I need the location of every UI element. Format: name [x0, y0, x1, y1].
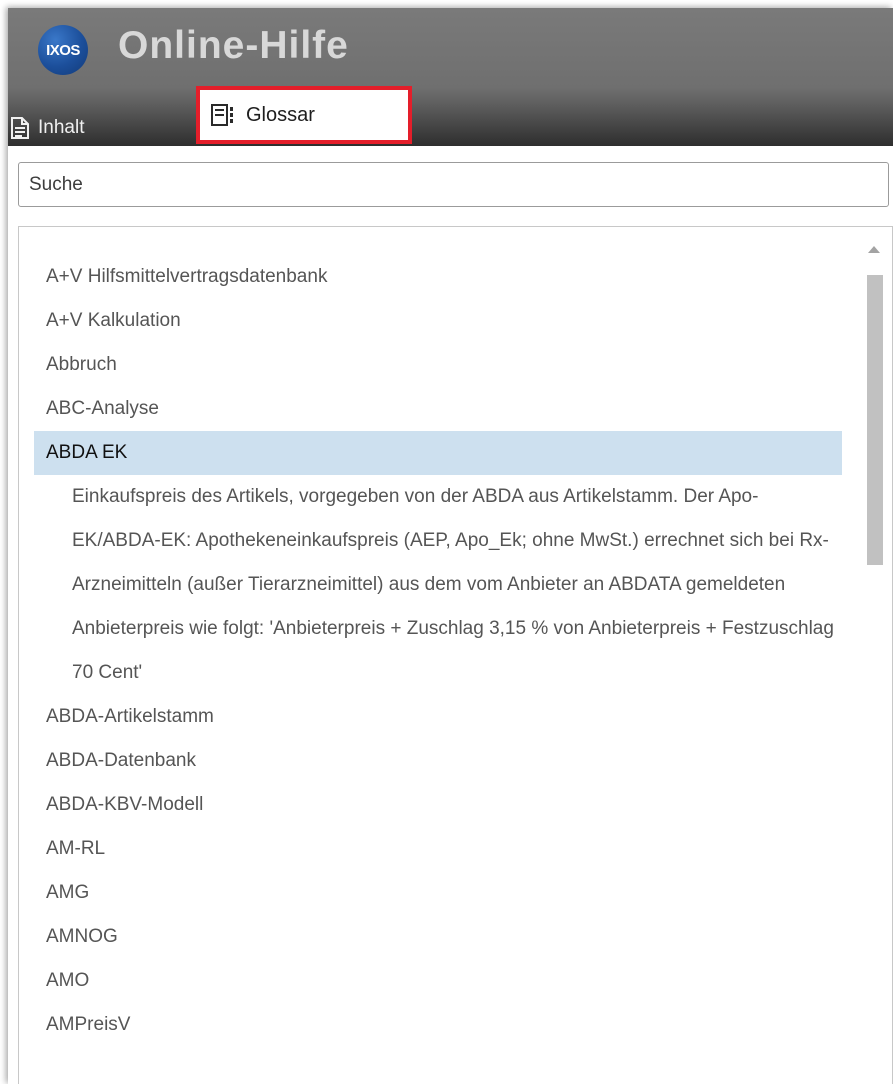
search-input[interactable]: [18, 162, 889, 207]
glossary-item[interactable]: AMPreisV: [34, 1003, 842, 1047]
scrollbar-thumb[interactable]: [867, 275, 883, 565]
ixos-logo: IXOS: [38, 25, 88, 75]
glossary-item[interactable]: A+V Kalkulation: [34, 299, 842, 343]
help-window: IXOS Online-Hilfe Inhalt Glossar Suche A…: [8, 8, 893, 1084]
document-list-icon: [10, 117, 30, 139]
app-title: Online-Hilfe: [118, 24, 349, 67]
glossary-item[interactable]: Abbruch: [34, 343, 842, 387]
glossary-item[interactable]: AMNOG: [34, 915, 842, 959]
header-bar: IXOS Online-Hilfe Inhalt Glossar: [8, 8, 893, 146]
glossary-item-selected[interactable]: ABDA EK: [34, 431, 842, 475]
tab-inhalt[interactable]: Inhalt: [10, 104, 84, 146]
glossary-item[interactable]: ABDA-KBV-Modell: [34, 783, 842, 827]
glossary-item[interactable]: ABDA-Artikelstamm: [34, 695, 842, 739]
glossary-panel: A+V Hilfsmittelvertragsdatenbank A+V Kal…: [18, 226, 893, 1084]
tab-glossar[interactable]: Glossar: [196, 86, 412, 144]
tab-glossar-label: Glossar: [246, 103, 315, 126]
glossary-item[interactable]: A+V Hilfsmittelvertragsdatenbank: [34, 255, 842, 299]
scroll-up-arrow-icon[interactable]: [868, 246, 880, 253]
glossary-item[interactable]: ABC-Analyse: [34, 387, 842, 431]
glossary-book-icon: [210, 103, 236, 127]
glossary-item[interactable]: AMO: [34, 959, 842, 1003]
vertical-scrollbar[interactable]: [857, 228, 891, 1084]
glossary-definition: Einkaufspreis des Artikels, vorgegeben v…: [72, 486, 834, 683]
glossary-item[interactable]: AMG: [34, 871, 842, 915]
tab-inhalt-label: Inhalt: [38, 117, 85, 138]
glossary-item[interactable]: AM-RL: [34, 827, 842, 871]
glossary-item[interactable]: ABDA-Datenbank: [34, 739, 842, 783]
glossary-list: A+V Hilfsmittelvertragsdatenbank A+V Kal…: [34, 255, 842, 1047]
